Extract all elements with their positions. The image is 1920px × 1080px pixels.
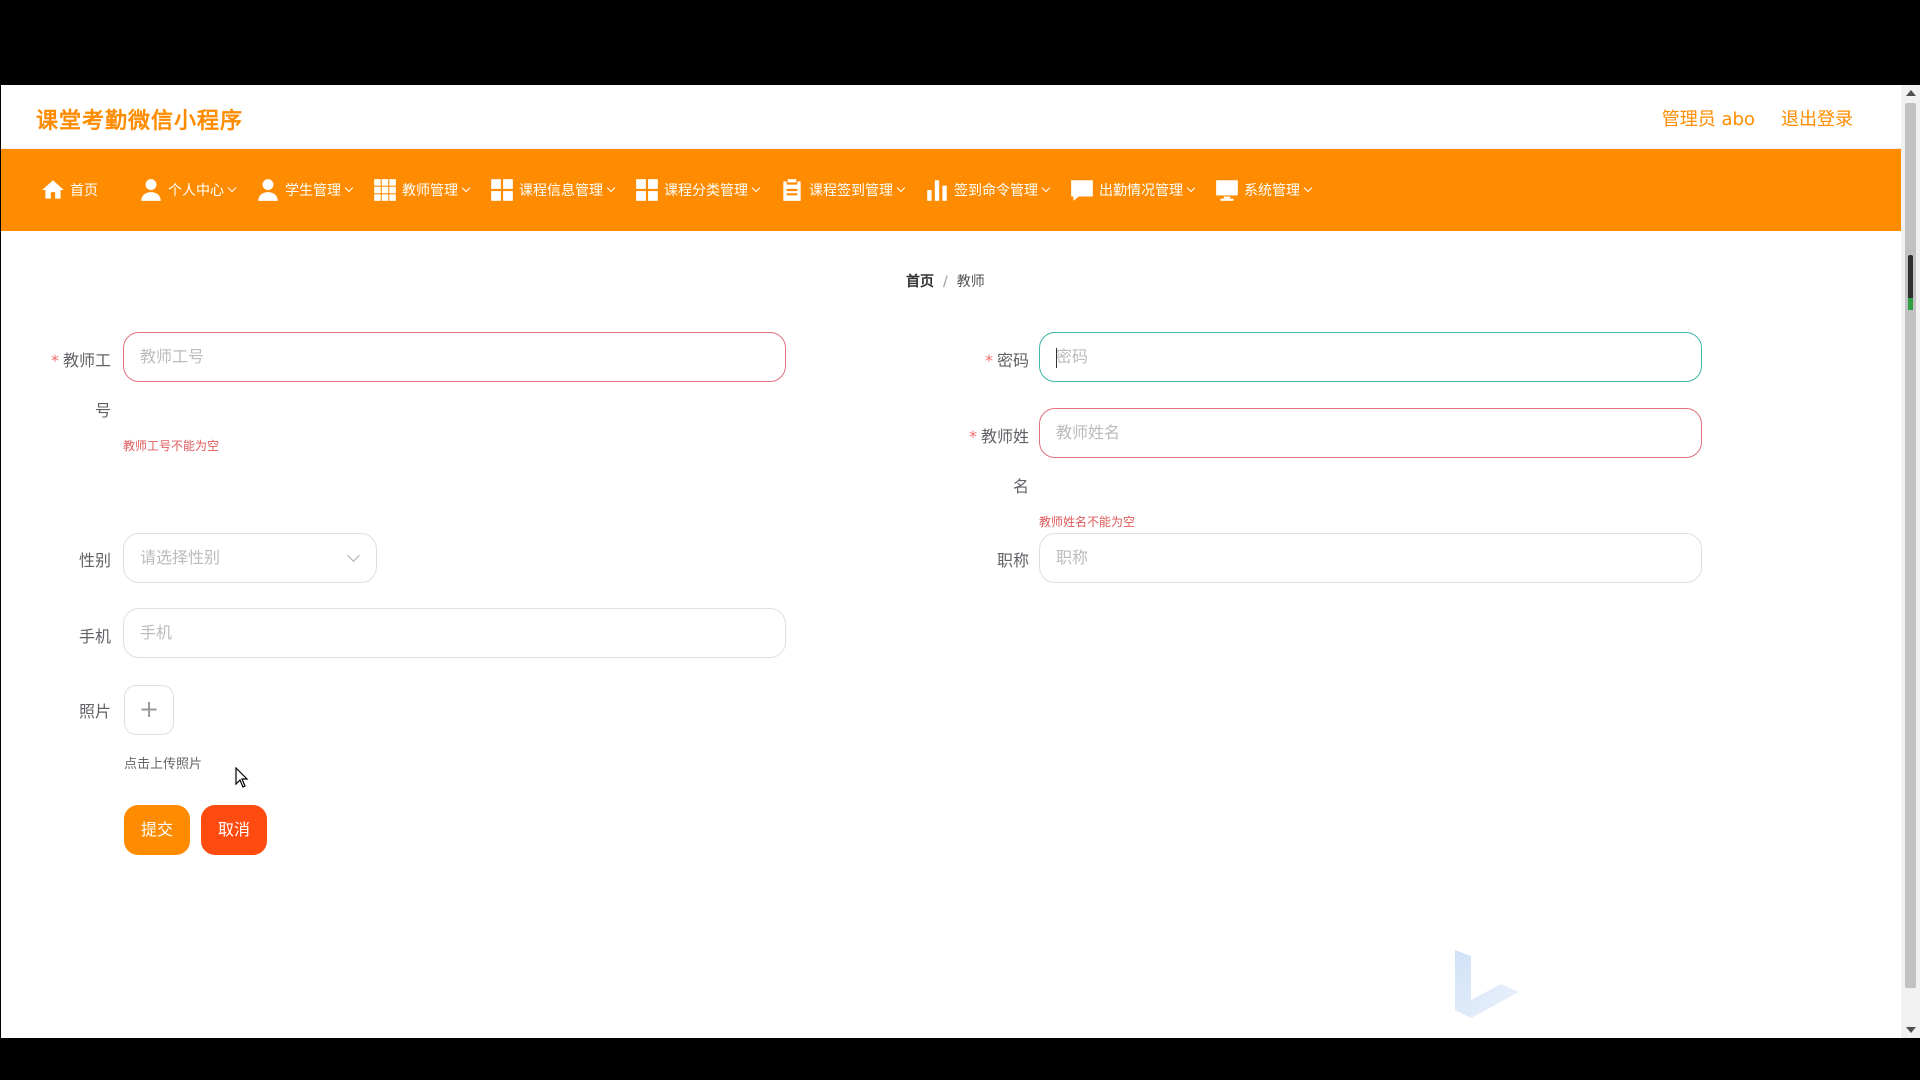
chevron-down-icon — [751, 183, 761, 193]
nav-item-label: 课程分类管理 — [664, 183, 748, 199]
scroll-up-icon[interactable] — [1906, 90, 1916, 96]
gender-label: 性别 — [78, 551, 111, 570]
chevron-down-icon — [606, 183, 616, 193]
logout-link[interactable]: 退出登录 — [1781, 105, 1853, 131]
nav-item-signin-command-management[interactable]: 签到命令管理 — [924, 149, 1051, 231]
chevron-down-icon — [227, 183, 237, 193]
chevron-down-icon — [344, 183, 354, 193]
nav-item-course-info-management[interactable]: 课程信息管理 — [489, 149, 616, 231]
home-icon — [42, 180, 64, 199]
person-icon — [141, 179, 161, 201]
chevron-down-icon — [347, 549, 360, 562]
admin-user-link[interactable]: 管理员 abo — [1662, 105, 1755, 131]
clipboard-icon — [783, 179, 801, 201]
breadcrumb-separator: / — [943, 274, 948, 290]
mouse-cursor-icon — [235, 767, 249, 788]
chevron-down-icon — [896, 183, 906, 193]
scroll-down-icon[interactable] — [1906, 1027, 1916, 1033]
nav-item-label: 教师管理 — [402, 183, 458, 199]
chevron-down-icon — [461, 183, 471, 193]
required-mark: * — [968, 427, 977, 446]
nav-item-teacher-management[interactable]: 教师管理 — [372, 149, 471, 231]
nav-item-system-management[interactable]: 系统管理 — [1214, 149, 1313, 231]
phone-label: 手机 — [78, 627, 111, 646]
bar-chart-icon — [927, 180, 947, 201]
submit-button[interactable]: 提交 — [124, 805, 190, 855]
user-area: 管理员 abo 退出登录 — [1662, 105, 1853, 131]
nav-item-label: 课程信息管理 — [519, 183, 603, 199]
password-label: * 密码 — [961, 347, 1029, 371]
phone-input[interactable]: 手机 — [123, 608, 786, 658]
nav-item-label: 出勤情况管理 — [1099, 183, 1183, 199]
scrollbar-marker — [1908, 255, 1913, 310]
nav-item-label: 签到命令管理 — [954, 183, 1038, 199]
teacher-name-label: * 教师姓 — [961, 423, 1029, 447]
gender-select-placeholder: 请选择性别 — [140, 548, 221, 567]
required-mark: * — [984, 351, 993, 370]
nav-item-attendance-management[interactable]: 出勤情况管理 — [1069, 149, 1196, 231]
gender-select[interactable]: 请选择性别 — [123, 533, 377, 583]
nav-item-student-management[interactable]: 学生管理 — [255, 149, 354, 231]
monitor-icon — [1216, 180, 1238, 201]
tiles-icon — [491, 179, 513, 201]
nav-item-course-signin-management[interactable]: 课程签到管理 — [779, 149, 906, 231]
password-label-text: 密码 — [996, 351, 1029, 370]
nav-item-course-category-management[interactable]: 课程分类管理 — [634, 149, 761, 231]
teacher-name-label-wrap: 名 — [1012, 477, 1029, 496]
tiles-icon — [636, 179, 658, 201]
person-icon — [258, 179, 278, 201]
teacher-name-label-text: 教师姓 — [980, 427, 1029, 446]
breadcrumb-home[interactable]: 首页 — [906, 274, 934, 290]
nav-item-label: 首页 — [70, 183, 98, 199]
scrollbar-thumb[interactable] — [1905, 103, 1916, 988]
teacher-id-label-wrap: 号 — [94, 401, 111, 420]
photo-upload-hint: 点击上传照片 — [124, 757, 203, 772]
chevron-down-icon — [1041, 183, 1051, 193]
grid-icon — [374, 179, 396, 201]
watermark-logo-icon — [1455, 950, 1519, 1018]
nav-item-label: 学生管理 — [285, 183, 341, 199]
title-label: 职称 — [996, 551, 1029, 570]
browser-viewport: 课堂考勤微信小程序 管理员 abo 退出登录 首页 个人中心 学生管理 教师管理… — [1, 85, 1901, 1038]
teacher-id-input[interactable]: 教师工号 — [123, 332, 786, 382]
chevron-down-icon — [1303, 183, 1313, 193]
teacher-id-error: 教师工号不能为空 — [123, 439, 220, 453]
required-mark: * — [50, 351, 59, 370]
teacher-id-label-text: 教师工 — [62, 351, 111, 370]
comment-icon — [1071, 180, 1093, 201]
breadcrumb: 首页 / 教师 — [906, 271, 985, 291]
cancel-button[interactable]: 取消 — [201, 805, 267, 855]
nav-item-home[interactable]: 首页 — [40, 149, 98, 231]
app-title: 课堂考勤微信小程序 — [36, 109, 244, 134]
chevron-down-icon — [1186, 183, 1196, 193]
vertical-scrollbar[interactable] — [1901, 85, 1920, 1038]
nav-item-label: 个人中心 — [168, 183, 224, 199]
title-input[interactable]: 职称 — [1039, 533, 1702, 583]
teacher-name-error: 教师姓名不能为空 — [1039, 515, 1136, 529]
top-header: 课堂考勤微信小程序 管理员 abo 退出登录 — [1, 85, 1901, 149]
screen: 课堂考勤微信小程序 管理员 abo 退出登录 首页 个人中心 学生管理 教师管理… — [0, 0, 1920, 1080]
photo-upload-button[interactable]: + — [124, 685, 174, 735]
nav-item-label: 系统管理 — [1244, 183, 1300, 199]
nav-item-label: 课程签到管理 — [809, 183, 893, 199]
main-nav: 首页 个人中心 学生管理 教师管理 课程信息管理 课程分类管理 课程签到管理 签… — [1, 149, 1901, 231]
password-input[interactable]: 密码 — [1039, 332, 1702, 382]
teacher-name-input[interactable]: 教师姓名 — [1039, 408, 1702, 458]
nav-item-personal-center[interactable]: 个人中心 — [138, 149, 237, 231]
photo-label: 照片 — [78, 702, 111, 721]
teacher-id-label: * 教师工 — [46, 347, 111, 371]
breadcrumb-current: 教师 — [956, 274, 985, 290]
